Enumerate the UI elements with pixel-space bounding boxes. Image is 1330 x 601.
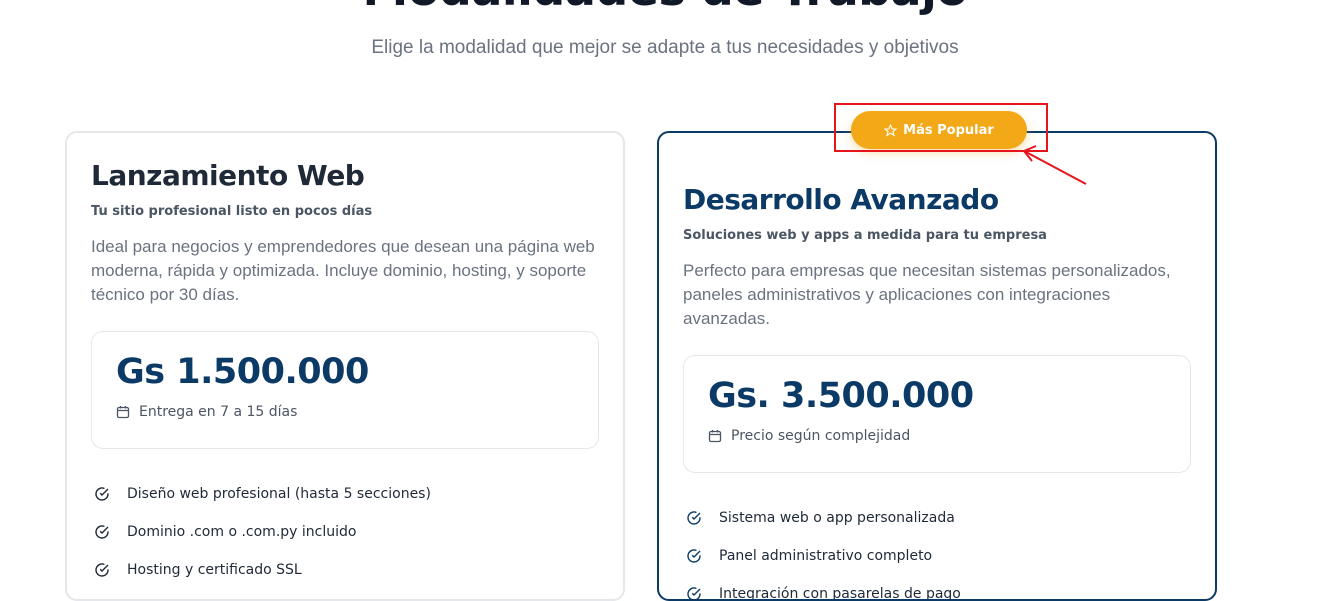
plan-title: Lanzamiento Web (91, 159, 365, 192)
feature-text: Diseño web profesional (hasta 5 seccione… (127, 486, 431, 502)
check-circle-icon (95, 487, 109, 501)
feature-item: Dominio .com o .com.py incluido (91, 513, 599, 551)
plan-card-lanzamiento-web: Lanzamiento Web Tu sitio profesional lis… (65, 131, 625, 601)
feature-item: Diseño web profesional (hasta 5 seccione… (91, 475, 599, 513)
feature-item: Sistema web o app personalizada (683, 499, 1191, 537)
feature-text: Sistema web o app personalizada (719, 510, 955, 526)
feature-text: Panel administrativo completo (719, 548, 933, 564)
feature-text: Hosting y certificado SSL (127, 562, 302, 578)
feature-text: Dominio .com o .com.py incluido (127, 524, 357, 540)
page-title: Modalidades de Trabajo (0, 0, 1330, 16)
calendar-icon (708, 430, 722, 443)
plan-tagline: Soluciones web y apps a medida para tu e… (683, 228, 1047, 243)
price-note: Precio según complejidad (708, 428, 910, 444)
feature-item: Integración con pasarelas de pago (683, 575, 1191, 599)
plan-card-desarrollo-avanzado: Más Popular Desarrollo Avanzado Solucion… (657, 111, 1217, 601)
check-circle-icon (95, 563, 109, 577)
plan-title: Desarrollo Avanzado (683, 183, 999, 216)
plan-description: Perfecto para empresas que necesitan sis… (683, 261, 1171, 328)
plan-price: Gs 1.500.000 (116, 352, 369, 392)
check-circle-icon (687, 549, 701, 563)
plan-tagline: Tu sitio profesional listo en pocos días (91, 204, 373, 219)
annotation-arrow-icon (1022, 145, 1087, 185)
price-note-text: Precio según complejidad (731, 428, 911, 444)
feature-list: Sistema web o app personalizada Panel ad… (683, 499, 1191, 599)
feature-item: Hosting y certificado SSL (91, 551, 599, 589)
price-box: Gs 1.500.000 Entrega en 7 a 15 días (91, 331, 599, 449)
plan-price: Gs. 3.500.000 (708, 376, 974, 416)
feature-list: Diseño web profesional (hasta 5 seccione… (91, 475, 599, 589)
feature-text: Integración con pasarelas de pago (719, 586, 961, 599)
feature-item: Panel administrativo completo (683, 537, 1191, 575)
page-subtitle: Elige la modalidad que mejor se adapte a… (371, 37, 959, 58)
price-note-text: Entrega en 7 a 15 días (139, 404, 298, 420)
check-circle-icon (95, 525, 109, 539)
plan-description: Ideal para negocios y emprendedores que … (91, 237, 595, 304)
price-note: Entrega en 7 a 15 días (116, 404, 297, 420)
calendar-icon (116, 406, 130, 419)
price-box: Gs. 3.500.000 Precio según complejidad (683, 355, 1191, 473)
check-circle-icon (687, 511, 701, 525)
check-circle-icon (687, 587, 701, 599)
